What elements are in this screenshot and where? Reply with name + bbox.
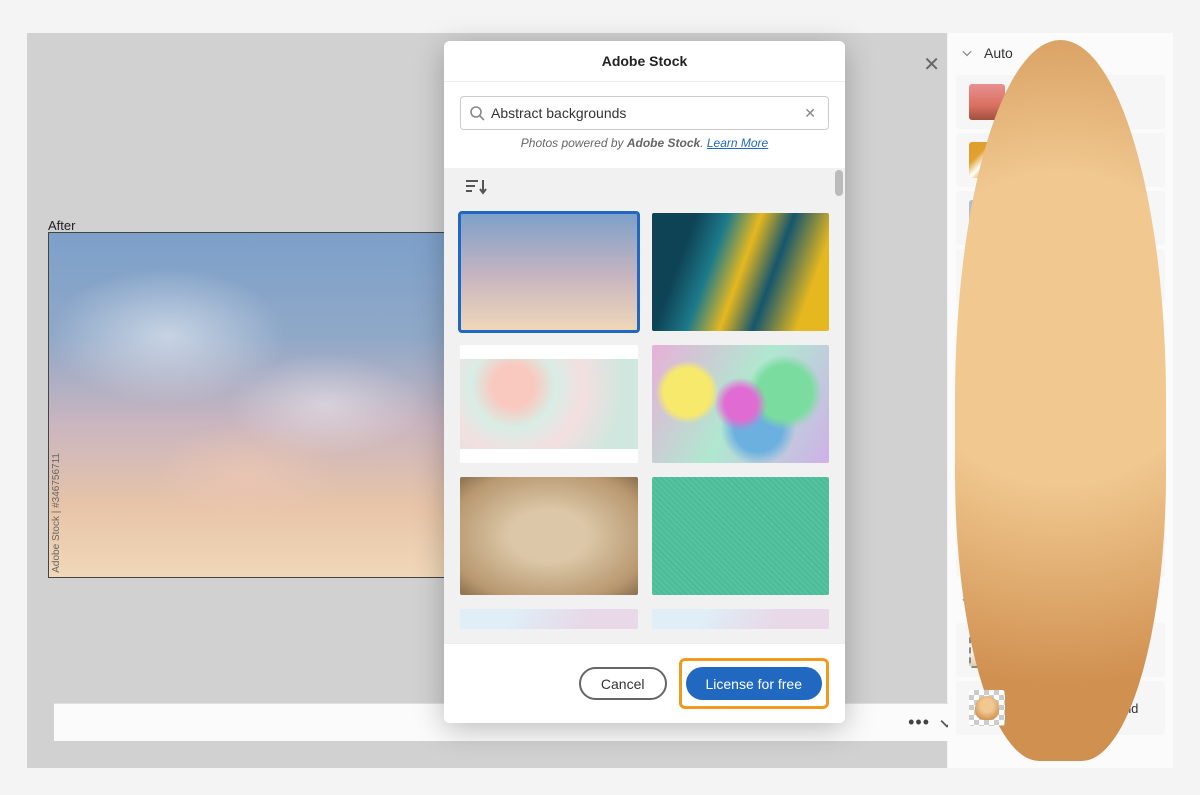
stock-thumb-teal[interactable] [652, 477, 830, 595]
search-box[interactable]: ✕ [460, 96, 829, 130]
more-icon[interactable]: ••• [908, 712, 930, 733]
powered-brand: Adobe Stock [627, 136, 700, 150]
sort-icon[interactable] [466, 178, 488, 196]
stock-thumb-rainbow[interactable] [652, 345, 830, 463]
stock-thumb-pastel[interactable] [460, 609, 638, 629]
chevron-down-icon [962, 48, 972, 58]
scrollbar-thumb[interactable] [835, 170, 843, 196]
close-icon[interactable]: ✕ [923, 52, 940, 77]
search-wrap: ✕ Photos powered by Adobe Stock. Learn M… [444, 82, 845, 168]
stock-thumb-beige[interactable] [460, 477, 638, 595]
preview-image: Adobe Stock | #346756711 [48, 232, 445, 578]
powered-dot: . [700, 136, 707, 150]
powered-by-line: Photos powered by Adobe Stock. Learn Mor… [460, 130, 829, 162]
app-root: ••• After Adobe Stock | #346756711 Auto … [0, 0, 1200, 795]
thumb-grid [444, 207, 845, 643]
search-input[interactable] [491, 105, 800, 121]
clear-search-icon[interactable]: ✕ [800, 105, 820, 122]
preview-after-label: After [48, 218, 75, 233]
search-icon [469, 105, 485, 121]
results-area [444, 168, 845, 643]
stock-thumb-pastel-2[interactable] [652, 609, 830, 629]
watermark-text: Adobe Stock | #346756711 [51, 453, 62, 573]
thumb-icon [969, 632, 1005, 668]
stock-thumb-marble[interactable] [460, 345, 638, 463]
license-button[interactable]: License for free [686, 667, 823, 700]
sort-bar [444, 168, 845, 207]
modal-footer: Cancel License for free [444, 643, 845, 723]
section-title: Auto [984, 45, 1013, 61]
stock-thumb-sky[interactable] [460, 213, 638, 331]
stock-modal: Adobe Stock ✕ Photos powered by Adobe St… [444, 41, 845, 723]
learn-more-link[interactable]: Learn More [707, 136, 768, 150]
item-select-background[interactable]: Select Background [956, 623, 1165, 677]
cancel-button[interactable]: Cancel [579, 667, 667, 700]
right-panel: Auto Smart Fix Color Correction Dehaze R… [948, 33, 1173, 768]
stock-thumb-paint[interactable] [652, 213, 830, 331]
thumb-icon [969, 690, 1005, 726]
tutorial-highlight: License for free [679, 658, 830, 709]
powered-prefix: Photos powered by [521, 136, 627, 150]
modal-title: Adobe Stock [444, 41, 845, 82]
